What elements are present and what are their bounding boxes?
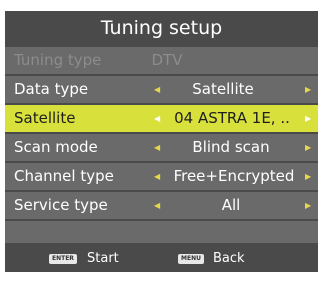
triangle-left-icon[interactable]: ◀ [154,163,160,190]
triangle-right-icon[interactable]: ▶ [305,134,311,161]
scan-mode-label: Scan mode [14,138,98,156]
service-type-label: Service type [14,196,108,214]
tuning-setup-menu: Tuning setup Tuning type DTV Data type ◀… [5,11,318,272]
data-type-label: Data type [14,80,89,98]
row-scan-mode[interactable]: Scan mode ◀ Blind scan ▶ [5,134,318,161]
row-channel-type[interactable]: Channel type ◀ Free+Encrypted ▶ [5,163,318,190]
satellite-value: 04 ASTRA 1E, .. [174,109,290,127]
back-hint[interactable]: Back [213,245,245,272]
triangle-left-icon[interactable]: ◀ [154,76,160,103]
empty-row [5,221,318,243]
footer-hints: ENTER Start MENU Back [5,245,318,272]
triangle-left-icon[interactable]: ◀ [154,105,160,132]
scan-mode-value: Blind scan [192,138,270,156]
channel-type-value: Free+Encrypted [173,167,295,185]
triangle-right-icon[interactable]: ▶ [305,192,311,219]
enter-key-icon: ENTER [49,254,77,264]
row-service-type[interactable]: Service type ◀ All ▶ [5,192,318,219]
triangle-left-icon[interactable]: ◀ [154,134,160,161]
channel-type-label: Channel type [14,167,114,185]
triangle-left-icon[interactable]: ◀ [154,192,160,219]
data-type-value: Satellite [192,80,254,98]
start-hint[interactable]: Start [87,245,119,272]
row-data-type[interactable]: Data type ◀ Satellite ▶ [5,76,318,103]
menu-key-icon: MENU [178,254,204,264]
satellite-label: Satellite [14,109,76,127]
menu-title: Tuning setup [5,11,318,45]
triangle-right-icon[interactable]: ▶ [305,163,311,190]
triangle-right-icon[interactable]: ▶ [305,105,311,132]
row-tuning-type: Tuning type DTV [5,47,318,74]
triangle-right-icon[interactable]: ▶ [305,76,311,103]
tuning-type-value: DTV [151,51,183,69]
row-satellite[interactable]: Satellite ◀ 04 ASTRA 1E, .. ▶ [5,105,318,132]
service-type-value: All [221,196,241,214]
